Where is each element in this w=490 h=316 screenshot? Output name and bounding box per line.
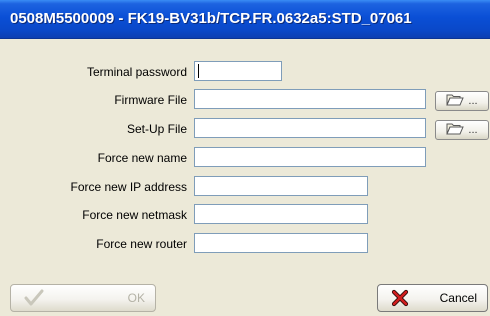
- ok-button-label: OK: [127, 291, 145, 305]
- setup-file-label: Set-Up File: [126, 122, 187, 136]
- folder-icon: [446, 93, 465, 109]
- force-new-ip-input[interactable]: [194, 176, 368, 196]
- force-new-router-label: Force new router: [96, 237, 187, 251]
- terminal-password-label: Terminal password: [86, 65, 187, 79]
- setup-file-row: Set-Up File: [0, 118, 187, 140]
- check-icon: [23, 288, 45, 311]
- firmware-browse-label: ...: [468, 95, 478, 107]
- terminal-password-row: Terminal password: [0, 61, 187, 83]
- ok-button[interactable]: OK: [10, 284, 156, 312]
- setup-file-input[interactable]: [194, 118, 426, 138]
- force-new-router-input[interactable]: [194, 233, 368, 253]
- firmware-file-row: Firmware File: [0, 89, 187, 111]
- force-new-netmask-row: Force new netmask: [0, 204, 187, 226]
- firmware-browse-button[interactable]: ...: [435, 91, 489, 111]
- force-new-netmask-label: Force new netmask: [82, 208, 187, 222]
- force-new-router-row: Force new router: [0, 233, 187, 255]
- force-new-ip-label: Force new IP address: [70, 180, 187, 194]
- firmware-file-label: Firmware File: [114, 93, 187, 107]
- text-caret: [198, 64, 199, 78]
- red-x-icon: [390, 288, 410, 311]
- force-new-name-label: Force new name: [97, 151, 187, 165]
- dialog-window: 0508M5500009 - FK19-BV31b/TCP.FR.0632a5:…: [0, 0, 490, 316]
- title-bar[interactable]: 0508M5500009 - FK19-BV31b/TCP.FR.0632a5:…: [0, 0, 490, 39]
- setup-browse-button[interactable]: ...: [435, 120, 489, 140]
- firmware-file-input[interactable]: [194, 89, 426, 109]
- force-new-name-row: Force new name: [0, 147, 187, 169]
- cancel-button-label: Cancel: [439, 291, 477, 305]
- folder-icon: [446, 122, 465, 138]
- terminal-password-input[interactable]: [194, 61, 282, 81]
- force-new-netmask-input[interactable]: [194, 204, 368, 224]
- force-new-name-input[interactable]: [194, 147, 426, 167]
- setup-browse-label: ...: [468, 124, 478, 136]
- force-new-ip-row: Force new IP address: [0, 176, 187, 198]
- window-title: 0508M5500009 - FK19-BV31b/TCP.FR.0632a5:…: [10, 10, 412, 27]
- cancel-button[interactable]: Cancel: [377, 284, 488, 312]
